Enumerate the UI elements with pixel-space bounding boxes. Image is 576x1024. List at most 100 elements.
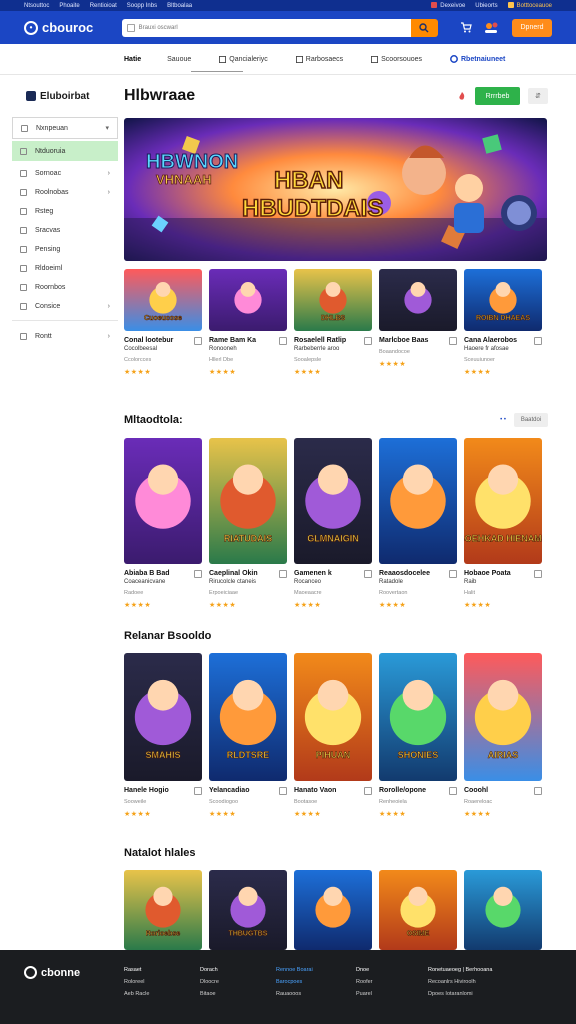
favorite-checkbox[interactable] [449,570,457,578]
game-card[interactable]: Rame Bam Ka Ronooneh Hllerl Dbe ★★★★ [209,269,287,376]
favorite-checkbox[interactable] [194,337,202,345]
game-card[interactable]: Marlcboe Baas Boaandocoe ★★★★ [379,269,457,376]
nav-item-4[interactable]: Rarbosaecs [295,55,343,63]
game-card[interactable] [464,870,542,950]
game-card[interactable] [294,870,372,950]
user-avatar-icon[interactable] [484,22,498,34]
game-card-info: Cooohl Roaereloac ★★★★ [464,781,542,818]
game-card[interactable]: DHLBS Rosaelell Ratlip Rarbeberrle aroo Soo… [294,269,372,376]
list-icon [295,55,303,63]
nav-item-highlight[interactable]: Rbetnaiuneet [450,55,505,63]
main-content: Hlbwraae Rrrrbeb ⇵ HBWNON VHNAAH HBAN HB… [124,75,548,950]
sidebar-item-2[interactable]: Ntduoruia [12,141,118,161]
game-subtitle: Rirucolcle ctaneis [209,579,257,585]
game-card[interactable]: RLDTSRE Yelancadiao Scoodiogoo ★★★★ [209,653,287,818]
game-thumbnail: AIRIAS [464,653,542,781]
sidebar-item-6[interactable]: Sracvas [12,221,118,240]
footer-logo[interactable]: cbonne [24,966,80,979]
sidebar-item-11[interactable]: Rontt › [12,327,118,346]
search-input[interactable]: Brauxi oscwarl [121,18,411,37]
game-thumbnail: SHONIES [379,653,457,781]
footer-link[interactable]: Dpoes Iotaranlomi [428,988,492,1000]
game-card[interactable]: THBUGTBS [209,870,287,950]
top-right-link-3[interactable]: Botttoceauoe [507,2,552,9]
footer-link[interactable]: Rennoe Boarai [276,964,313,976]
hero-banner[interactable]: HBWNON VHNAAH HBAN HBUDTDAIS [124,118,547,261]
flame-icon[interactable] [457,91,467,101]
favorite-checkbox[interactable] [279,787,287,795]
footer-link[interactable]: Bitaoe [200,988,219,1000]
favorite-checkbox[interactable] [194,570,202,578]
filter-button[interactable]: Rrrrbeb [475,87,520,105]
favorite-checkbox[interactable] [194,787,202,795]
footer-link[interactable]: Dloocre [200,976,219,988]
sidebar-item-8[interactable]: Rldoeiml [12,259,118,278]
game-card[interactable]: GLMNAIGIN Gamenen k Rocanceo Maoeaacre ★★★★ [294,438,372,609]
game-card[interactable]: RIATUDAIS Caeplinal Okin Rirucolcle ctanei… [209,438,287,609]
game-card[interactable]: PIHUAN Hanato Vaon Bootasoe ★★★★ [294,653,372,818]
top-right-link-1[interactable]: Dexeivoe [431,2,465,9]
favorite-checkbox[interactable] [364,787,372,795]
game-card[interactable]: BOEHKAD HIENAMS Hobaoe Poata Raib Halit ★★★★ [464,438,542,609]
site-logo[interactable]: • cbouroc [24,20,122,35]
footer-link[interactable]: Recoanlrs Hiviroolh [428,976,492,988]
favorite-checkbox[interactable] [364,337,372,345]
nav-item-3[interactable]: Qancialeriyc [219,55,268,63]
game-card[interactable]: Reaaosdocelee Ratadole Roovertaon ★★★★ [379,438,457,609]
sidebar-item-10[interactable]: Consice › [12,297,118,316]
top-link-4[interactable]: Soopp Inbs [127,3,157,9]
footer-link[interactable]: Aeb Racle [124,988,149,1000]
footer-link[interactable]: Puarel [356,988,373,1000]
pager-dots[interactable]: • • [500,417,506,423]
nav-item-home[interactable]: Hatie [124,56,141,63]
sidebar-item-9[interactable]: Roornbos [12,278,118,297]
cart-icon[interactable] [460,22,472,33]
game-card[interactable]: AIRIAS Cooohl Roaereloac ★★★★ [464,653,542,818]
footer-link[interactable]: Rasaet [124,964,149,976]
top-link-2[interactable]: Phoaite [59,3,79,9]
game-title: Rosaelell Ratlip [294,337,347,344]
favorite-checkbox[interactable] [534,337,542,345]
top-link-3[interactable]: Rentioioat [90,3,117,9]
top-right-link-2[interactable]: Ubieorts [475,3,497,9]
see-more-button[interactable]: Baatdoi [514,413,548,427]
favorite-checkbox[interactable] [364,570,372,578]
footer-link[interactable]: Dnoe [356,964,373,976]
sidebar-item-4[interactable]: Roolnobas › [12,183,118,202]
footer-link[interactable]: Barocpoes [276,976,313,988]
footer-link[interactable]: Ronetuaeoeg | Berhooana [428,964,492,976]
favorite-checkbox[interactable] [449,787,457,795]
nav-item-2[interactable]: Sauoue [167,56,244,72]
game-meta: Erpoeiciaae [209,590,239,596]
game-card[interactable]: SHONIES Rorolle/opone Renheoiela ★★★★ [379,653,457,818]
top-link-1[interactable]: Ntsouttoc [24,3,49,9]
game-card[interactable]: Rorioebse [124,870,202,950]
top-link-5[interactable]: Bltboalaa [167,3,192,9]
footer-link[interactable]: Dorach [200,964,219,976]
game-card[interactable]: Abiaba B Bad Coaceanicvane Radoee ★★★★ [124,438,202,609]
favorite-checkbox[interactable] [534,787,542,795]
favorite-checkbox[interactable] [449,337,457,345]
sidebar-item-5[interactable]: Rsteg [12,202,118,221]
game-meta: Sooalepsle [294,357,322,363]
game-card[interactable]: Cuoeucose Conal lootebur Cocolbeesal Ccolor… [124,269,202,376]
game-thumbnail [379,269,457,331]
footer-link[interactable]: Roloreel [124,976,149,988]
favorite-checkbox[interactable] [279,570,287,578]
header-cta-button[interactable]: Dpnerd [511,18,552,37]
nav-item-5[interactable]: Scoorsouoes [371,55,422,63]
search-bar: Brauxi oscwarl [121,18,438,37]
game-card[interactable]: OSIME [379,870,457,950]
sidebar-item-3[interactable]: Sornoac › [12,164,118,183]
footer-link[interactable]: Roofer [356,976,373,988]
game-card[interactable]: SMAHIS Hanele Hogio Sooweile ★★★★ [124,653,202,818]
favorite-checkbox[interactable] [279,337,287,345]
sort-button[interactable]: ⇵ [528,88,548,104]
search-button[interactable] [410,18,438,37]
grid-icon [219,55,227,63]
sidebar-item-7[interactable]: Pensing [12,240,118,259]
sidebar-item-1[interactable]: Nxnpeuan ▾ [12,117,118,139]
favorite-checkbox[interactable] [534,570,542,578]
game-card[interactable]: ROIBN DHAEAS Cana Alaerobos Haoere fr afos… [464,269,542,376]
footer-link[interactable]: Rauaooos [276,988,313,1000]
